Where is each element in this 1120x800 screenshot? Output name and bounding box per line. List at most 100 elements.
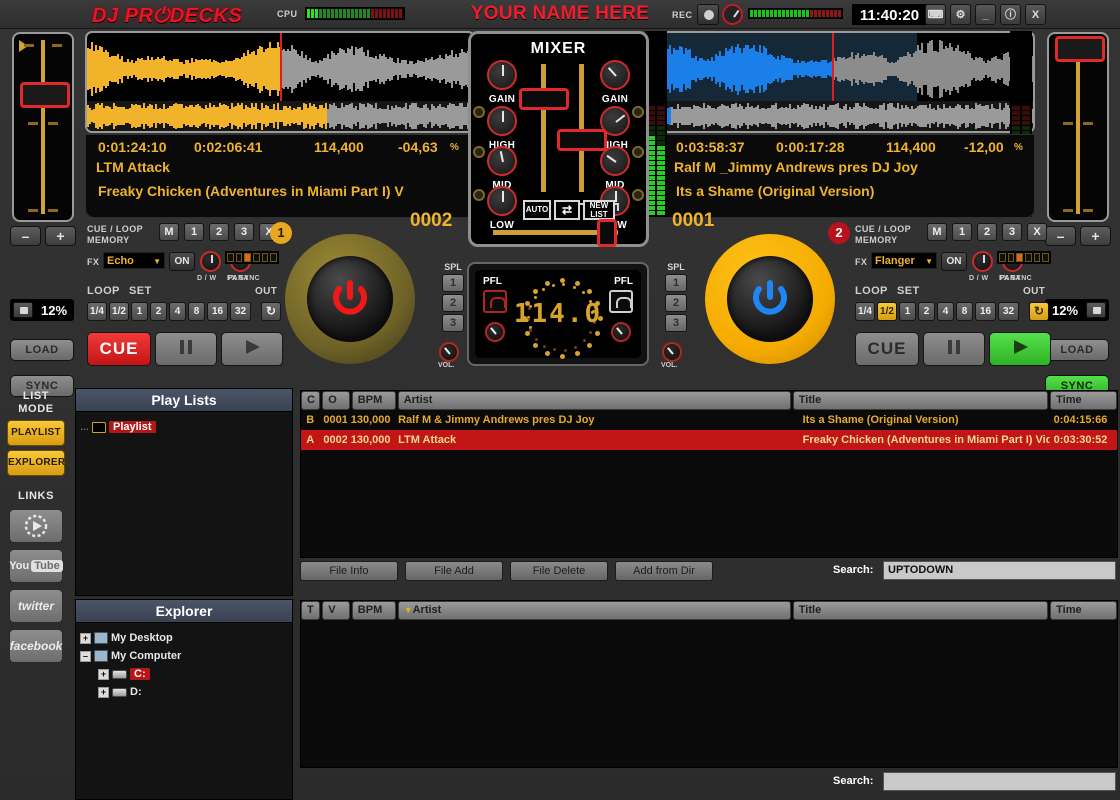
sidebar-item-explorer[interactable]: EXPLORER (7, 450, 65, 476)
deck-a-jog-wheel[interactable] (285, 234, 415, 364)
loop-button-8[interactable]: 8 (188, 302, 205, 321)
deck-b-pitch-fader[interactable] (1047, 32, 1109, 222)
loop-button-4[interactable]: 4 (169, 302, 186, 321)
loop-button-4[interactable]: 4 (937, 302, 954, 321)
shuffle-icon[interactable]: ⇄ (554, 200, 580, 220)
deck-b-pitch-minus[interactable]: – (1045, 226, 1076, 246)
loop-button-2[interactable]: 2 (150, 302, 167, 321)
deck-b-play-button[interactable] (989, 332, 1051, 366)
mixer-volume-fader-b[interactable] (557, 129, 607, 151)
deck-b-waveform-main[interactable] (647, 33, 1033, 105)
deck-b-mem-2[interactable]: 2 (977, 223, 997, 241)
column-header-o[interactable]: O (322, 391, 350, 410)
deck-a-mem-2[interactable]: 2 (209, 223, 229, 241)
deck-b-mem-3[interactable]: 3 (1002, 223, 1022, 241)
mixer-aux-knob-a2[interactable] (473, 146, 485, 158)
deck-a-fx-select[interactable]: Echo ▼ (103, 252, 165, 269)
record-level-dial[interactable] (722, 4, 743, 25)
deck-a-waveform-overview[interactable] (87, 101, 473, 131)
add-from-dir-button[interactable]: Add from Dir (615, 561, 713, 581)
column-header-artist[interactable]: Artist (397, 391, 791, 410)
loop-button-1-4[interactable]: 1/4 (87, 302, 107, 321)
deck-a-cue-button[interactable]: CUE (87, 332, 151, 366)
deck-b-pitch-handle[interactable] (1055, 36, 1105, 62)
deck-a-spl-1[interactable]: 1 (442, 274, 464, 292)
mixer-mid-knob-a[interactable] (487, 146, 517, 176)
deck-a-waveform[interactable] (85, 31, 475, 133)
file-delete-button[interactable]: File Delete (510, 561, 608, 581)
tree-expander[interactable]: + (98, 668, 109, 680)
playlist-search-input[interactable]: UPTODOWN (883, 561, 1116, 580)
gear-icon[interactable]: ⚙ (950, 4, 971, 25)
deck-a-spl-3[interactable]: 3 (442, 314, 464, 332)
loop-button-16[interactable]: 16 (207, 302, 228, 321)
column-header-v[interactable]: V (322, 601, 350, 620)
column-header-artist[interactable]: ▼Artist (397, 601, 791, 620)
loop-button-32[interactable]: 32 (998, 302, 1019, 321)
deck-b-jog-wheel[interactable] (705, 234, 835, 364)
loop-button-2[interactable]: 2 (918, 302, 935, 321)
lock-icon[interactable] (13, 302, 33, 318)
mixer-gain-knob-a[interactable] (487, 60, 517, 90)
explorer-item[interactable]: – My Computer (80, 647, 288, 665)
column-header-c[interactable]: C (301, 391, 321, 410)
tree-expander[interactable]: + (98, 686, 109, 698)
record-button[interactable] (697, 4, 719, 25)
deck-b-fx-dw-knob[interactable] (972, 251, 993, 272)
deck-a-pitch-handle[interactable] (20, 82, 70, 108)
mixer-aux-knob-a1[interactable] (473, 106, 485, 118)
deck-b-waveform[interactable] (645, 31, 1035, 133)
keyboard-icon[interactable]: ⌨ (925, 4, 946, 25)
deck-b-load-button[interactable]: LOAD (1045, 339, 1109, 361)
loop-button-32[interactable]: 32 (230, 302, 251, 321)
deck-b-pause-button[interactable] (923, 332, 985, 366)
disc-icon[interactable] (9, 509, 63, 543)
pfl-volume-knob-a[interactable] (485, 322, 505, 342)
deck-a-pitch-minus[interactable]: – (10, 226, 41, 246)
loop-button-16[interactable]: 16 (975, 302, 996, 321)
column-header-bpm[interactable]: BPM (351, 391, 396, 410)
deck-a-fx-on[interactable]: ON (169, 252, 195, 271)
deck-b-pitch-range[interactable]: 12% (1045, 299, 1109, 321)
tree-expander[interactable]: + (80, 632, 91, 644)
deck-a-mem-m[interactable]: M (159, 223, 179, 241)
deck-a-pitch-fader[interactable] (12, 32, 74, 222)
deck-b-pitch-plus[interactable]: + (1080, 226, 1111, 246)
pfl-button-b[interactable] (609, 290, 633, 313)
pfl-volume-knob-b[interactable] (611, 322, 631, 342)
crossfader-handle[interactable] (597, 219, 617, 247)
deck-b-fx-on[interactable]: ON (941, 252, 967, 271)
deck-a-waveform-main[interactable] (87, 33, 473, 105)
deck-a-volume-knob[interactable] (439, 342, 459, 362)
facebook-icon[interactable]: facebook (9, 629, 63, 663)
pfl-button-a[interactable] (483, 290, 507, 313)
deck-b-mem-x[interactable]: X (1027, 223, 1047, 241)
deck-b-fx-select[interactable]: Flanger ▼ (871, 252, 937, 269)
deck-b-mem-m[interactable]: M (927, 223, 947, 241)
column-header-time[interactable]: Time (1050, 391, 1117, 410)
deck-b-spl-3[interactable]: 3 (665, 314, 687, 332)
deck-a-fx-dw-knob[interactable] (200, 251, 221, 272)
loop-button-1-2[interactable]: 1/2 (109, 302, 129, 321)
deck-a-loop-out-button[interactable]: ↻ (261, 302, 281, 321)
column-header-time[interactable]: Time (1050, 601, 1117, 620)
lock-icon[interactable] (1086, 302, 1106, 318)
loop-button-1[interactable]: 1 (131, 302, 148, 321)
mixer-volume-fader-a[interactable] (519, 88, 569, 110)
tree-expander[interactable]: – (80, 650, 91, 662)
deck-a-pause-button[interactable] (155, 332, 217, 366)
mixer-gain-knob-b[interactable] (600, 60, 630, 90)
loop-button-1-4[interactable]: 1/4 (855, 302, 875, 321)
table-row[interactable]: A 0002 130,000 LTM Attack Freaky Chicken (Ad… (301, 430, 1117, 450)
deck-a-pitch-range[interactable]: 12% (10, 299, 74, 321)
deck-a-load-button[interactable]: LOAD (10, 339, 74, 361)
file-info-button[interactable]: File Info (300, 561, 398, 581)
deck-a-play-button[interactable] (221, 332, 283, 366)
deck-a-spl-2[interactable]: 2 (442, 294, 464, 312)
explorer-item[interactable]: + C: (80, 665, 288, 683)
explorer-item[interactable]: + D: (80, 683, 288, 701)
column-header-title[interactable]: Title (792, 391, 1049, 410)
loop-button-1-2[interactable]: 1/2 (877, 302, 897, 321)
deck-b-spl-1[interactable]: 1 (665, 274, 687, 292)
info-icon[interactable]: ⓘ (1000, 4, 1021, 25)
